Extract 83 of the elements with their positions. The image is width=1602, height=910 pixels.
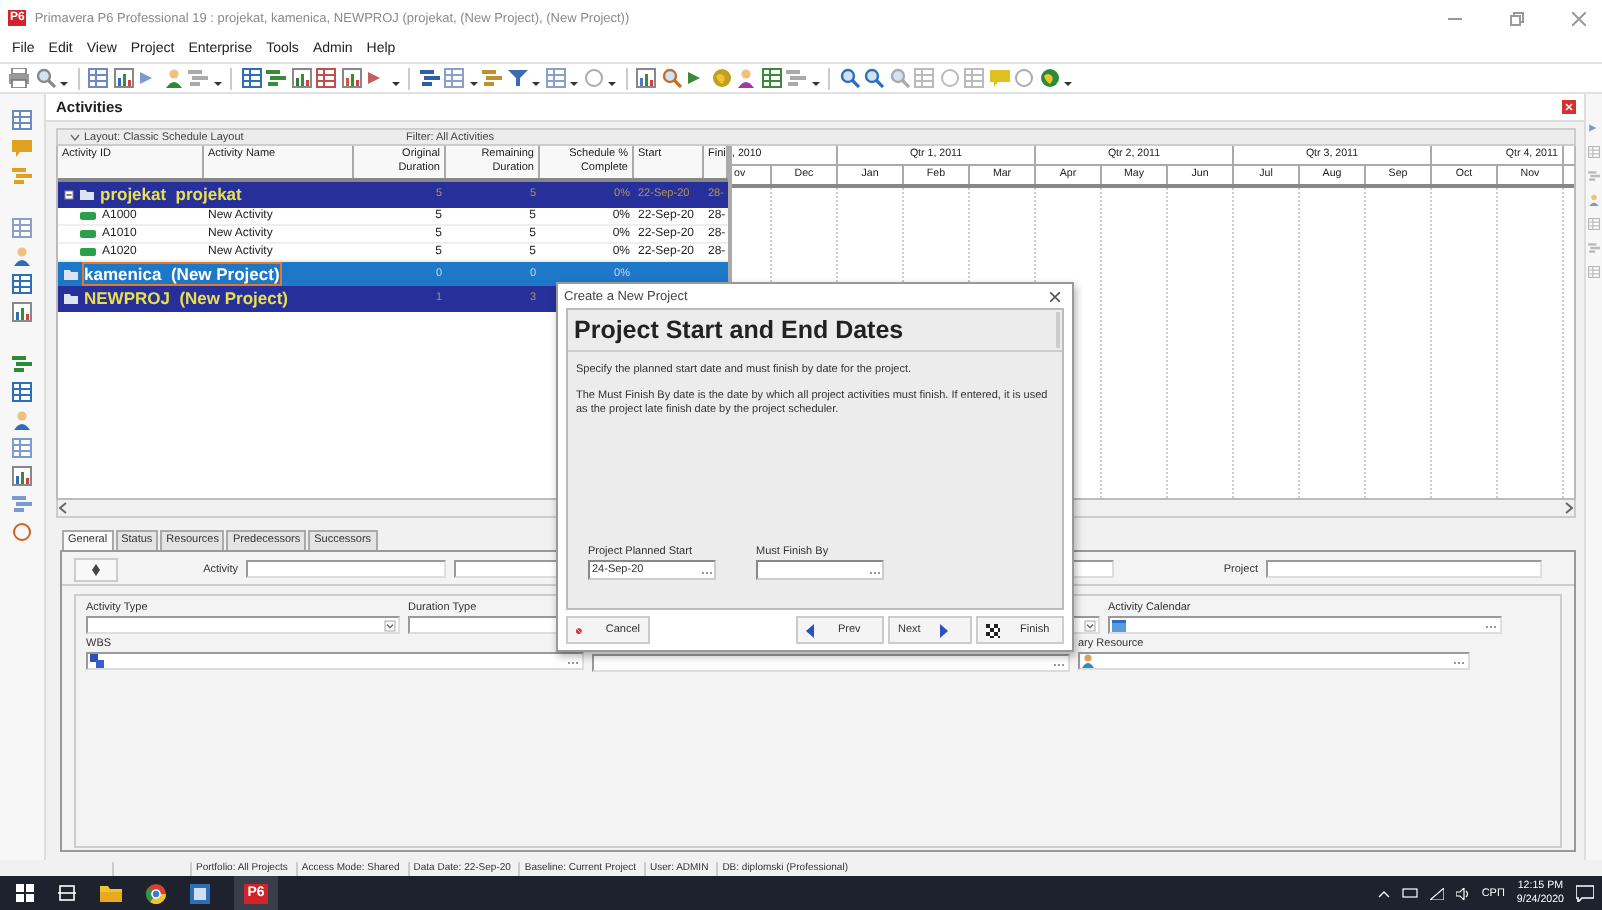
checkered-flag-icon <box>986 623 1000 637</box>
chart-icon[interactable] <box>636 68 656 88</box>
activity-id-field[interactable] <box>246 560 446 578</box>
resource-field[interactable] <box>1078 652 1470 670</box>
battery-icon[interactable] <box>1401 888 1418 898</box>
project-name: NEWPROJ (New Project) <box>84 288 289 309</box>
activity-bar-icon <box>80 211 96 219</box>
speaker-icon[interactable] <box>1455 887 1470 899</box>
bars-icon[interactable] <box>419 68 439 88</box>
start-icon[interactable] <box>16 884 34 902</box>
dialog-heading: Project Start and End Dates <box>574 316 904 344</box>
ellipsis-icon[interactable] <box>1486 622 1498 628</box>
project-name: kamenica (New Project) <box>84 263 280 284</box>
network-icon[interactable] <box>1429 887 1444 899</box>
calendar-field[interactable] <box>1108 616 1502 634</box>
table-icon[interactable] <box>761 68 781 88</box>
chart-icon[interactable] <box>291 68 311 88</box>
folder-icon <box>80 188 94 201</box>
chart-icon[interactable] <box>113 68 133 88</box>
globe-icon[interactable] <box>711 68 731 88</box>
notification-icon[interactable] <box>1576 884 1594 902</box>
activity-bar-icon <box>80 247 96 255</box>
wbs-icon <box>90 654 104 668</box>
magnifier-icon[interactable] <box>889 68 909 88</box>
chart-icon[interactable] <box>341 68 361 88</box>
chart-icon[interactable] <box>12 466 32 486</box>
ellipsis-icon[interactable] <box>568 658 580 664</box>
person-icon <box>1082 654 1094 668</box>
project-field[interactable] <box>1266 560 1542 578</box>
funnel-icon[interactable] <box>507 68 527 88</box>
browser-icon[interactable] <box>146 883 166 903</box>
table-icon[interactable] <box>12 110 32 130</box>
person-icon[interactable] <box>736 68 756 88</box>
table-icon[interactable] <box>12 274 32 294</box>
chevron-down-icon[interactable] <box>70 133 80 141</box>
ellipsis-icon[interactable] <box>1454 658 1466 664</box>
task-view-icon[interactable] <box>58 884 76 902</box>
bars-icon[interactable] <box>12 494 32 514</box>
chevron-up-icon[interactable] <box>1377 889 1390 897</box>
folder-icon[interactable] <box>100 884 122 902</box>
table-icon[interactable] <box>12 218 32 238</box>
bars-icon[interactable] <box>12 354 32 374</box>
document-icon[interactable] <box>190 883 210 903</box>
table-icon[interactable] <box>12 382 32 402</box>
calendar-icon <box>1112 619 1126 631</box>
no-entry-icon <box>576 623 582 637</box>
restore-icon[interactable] <box>1510 11 1524 25</box>
circle-icon[interactable] <box>1014 68 1034 88</box>
circle-icon[interactable] <box>12 522 32 542</box>
magnifier-icon[interactable] <box>661 68 681 88</box>
globe-icon[interactable] <box>1039 68 1059 88</box>
bars-icon[interactable] <box>266 68 286 88</box>
magnifier-icon[interactable] <box>864 68 884 88</box>
person-icon[interactable] <box>1588 194 1600 206</box>
activity-bar-icon <box>80 229 96 237</box>
project-name: projekat projekat <box>100 184 242 205</box>
scroll-right-icon[interactable] <box>1564 502 1574 514</box>
person-icon[interactable] <box>163 68 183 88</box>
wbs-field[interactable] <box>86 652 584 670</box>
table-icon[interactable] <box>241 68 261 88</box>
ellipsis-icon[interactable] <box>1054 660 1066 666</box>
down-icon[interactable] <box>92 569 100 575</box>
printer-icon[interactable] <box>8 68 30 88</box>
dropdown-field[interactable] <box>86 616 400 634</box>
date-field[interactable] <box>756 560 884 580</box>
table-icon[interactable] <box>316 68 336 88</box>
person-icon[interactable] <box>12 246 32 266</box>
table-icon[interactable] <box>12 438 32 458</box>
magnifier-icon[interactable] <box>839 68 859 88</box>
left-arrow-icon <box>806 623 814 637</box>
up-icon[interactable] <box>92 563 100 569</box>
manager-field[interactable] <box>592 654 1070 672</box>
right-arrow-icon <box>940 623 949 637</box>
table-icon[interactable] <box>88 68 108 88</box>
chart-icon[interactable] <box>12 302 32 322</box>
person-icon[interactable] <box>12 410 32 430</box>
close-icon[interactable] <box>1050 291 1060 301</box>
collapse-icon[interactable] <box>64 189 74 200</box>
arrow-icon[interactable] <box>1588 122 1600 134</box>
scroll-left-icon[interactable] <box>58 502 68 514</box>
dropdown-icon[interactable] <box>1084 619 1096 631</box>
spinner[interactable] <box>74 557 118 581</box>
dropdown-icon[interactable] <box>384 619 396 631</box>
